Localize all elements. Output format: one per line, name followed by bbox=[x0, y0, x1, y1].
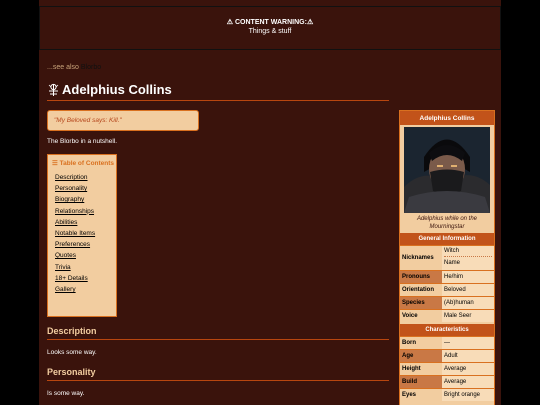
info-key: Height bbox=[400, 363, 442, 375]
info-value: Bright orange bbox=[442, 389, 494, 401]
toc-item-notable-items[interactable]: Notable Items bbox=[55, 228, 116, 239]
toc-item-trivia[interactable]: Trivia bbox=[55, 262, 116, 273]
page: ⚠ CONTENT WARNING:⚠ Things & stuff ...se… bbox=[39, 0, 501, 405]
table-of-contents: ☰ Table of Contents Description Personal… bbox=[47, 154, 117, 317]
quote-text: "My Beloved says: Kill." bbox=[54, 117, 122, 124]
infobox-title: Adelphius Collins bbox=[400, 111, 494, 125]
info-value: Witch Name bbox=[442, 246, 494, 270]
info-key: Nicknames bbox=[400, 246, 442, 270]
info-value: Male Seer bbox=[442, 310, 494, 322]
toc-item-gallery[interactable]: Gallery bbox=[55, 284, 116, 295]
see-also-prefix: ...see also bbox=[47, 64, 79, 71]
info-key: Eyes bbox=[400, 389, 442, 401]
info-row-nicknames: Nicknames Witch Name bbox=[400, 245, 494, 270]
info-value: Average bbox=[442, 363, 494, 375]
info-row-species: Species (Ab)human bbox=[400, 296, 494, 309]
portrait-caption: Adelphius while on the Mourningstar bbox=[416, 216, 478, 230]
info-value: (Ab)human bbox=[442, 297, 494, 309]
general-info-header: General Information bbox=[400, 233, 494, 245]
toc-item-18-details[interactable]: 18+ Details bbox=[55, 273, 116, 284]
info-value: Adult bbox=[442, 350, 494, 362]
summary-text: The Blorbo in a nutshell. bbox=[47, 138, 118, 145]
info-row-height: Height Average bbox=[400, 362, 494, 375]
info-value: He/him bbox=[442, 271, 494, 283]
section-heading-description: Description bbox=[47, 326, 97, 336]
infobox: Adelphius Collins Adelphius while on the… bbox=[399, 110, 495, 405]
title-row: Adelphius Collins bbox=[47, 82, 172, 97]
quote-box: "My Beloved says: Kill." bbox=[47, 110, 199, 131]
ornament-icon bbox=[48, 83, 59, 96]
section-text-description: Looks some way. bbox=[47, 349, 97, 356]
see-also: ...see also Blorbo bbox=[47, 64, 101, 71]
info-value: Beloved bbox=[442, 284, 494, 296]
content-warning-title: ⚠ CONTENT WARNING:⚠ bbox=[226, 19, 314, 26]
section-text-personality: Is some way. bbox=[47, 390, 85, 397]
info-value: Average bbox=[442, 376, 494, 388]
info-key: Build bbox=[400, 376, 442, 388]
content-warning-box: ⚠ CONTENT WARNING:⚠ Things & stuff bbox=[39, 6, 501, 50]
info-key: Pronouns bbox=[400, 271, 442, 283]
info-value: — bbox=[442, 337, 494, 349]
info-row-pronouns: Pronouns He/him bbox=[400, 270, 494, 283]
toc-item-relationships[interactable]: Relationships bbox=[55, 206, 116, 217]
nickname-value-2: Name bbox=[444, 260, 461, 266]
toc-item-biography[interactable]: Biography bbox=[55, 194, 116, 205]
info-key: Age bbox=[400, 350, 442, 362]
toc-item-quotes[interactable]: Quotes bbox=[55, 250, 116, 261]
info-key: Species bbox=[400, 297, 442, 309]
section-divider bbox=[47, 339, 389, 340]
character-portrait[interactable] bbox=[404, 127, 490, 213]
characteristics-header: Characteristics bbox=[400, 324, 494, 336]
info-key: Orientation bbox=[400, 284, 442, 296]
toc-list: Description Personality Biography Relati… bbox=[55, 172, 116, 295]
info-row-orientation: Orientation Beloved bbox=[400, 283, 494, 296]
portrait-illustration bbox=[404, 127, 490, 213]
page-title: Adelphius Collins bbox=[62, 82, 172, 97]
content-warning-subtitle: Things & stuff bbox=[248, 28, 292, 35]
title-divider bbox=[47, 100, 389, 101]
info-key: Born bbox=[400, 337, 442, 349]
info-key: Voice bbox=[400, 310, 442, 322]
see-also-link[interactable]: Blorbo bbox=[81, 64, 101, 71]
section-heading-personality: Personality bbox=[47, 367, 96, 377]
info-row-age: Age Adult bbox=[400, 349, 494, 362]
toc-item-abilities[interactable]: Abilities bbox=[55, 217, 116, 228]
section-divider bbox=[47, 380, 389, 381]
info-row-eyes: Eyes Bright orange bbox=[400, 388, 494, 401]
info-row-build: Build Average bbox=[400, 375, 494, 388]
nickname-value-1: Witch bbox=[444, 248, 492, 257]
toc-item-preferences[interactable]: Preferences bbox=[55, 239, 116, 250]
toc-item-description[interactable]: Description bbox=[55, 172, 116, 183]
toc-item-personality[interactable]: Personality bbox=[55, 183, 116, 194]
toc-title: ☰ Table of Contents bbox=[52, 160, 115, 167]
info-row-born: Born — bbox=[400, 336, 494, 349]
info-row-voice: Voice Male Seer bbox=[400, 309, 494, 322]
